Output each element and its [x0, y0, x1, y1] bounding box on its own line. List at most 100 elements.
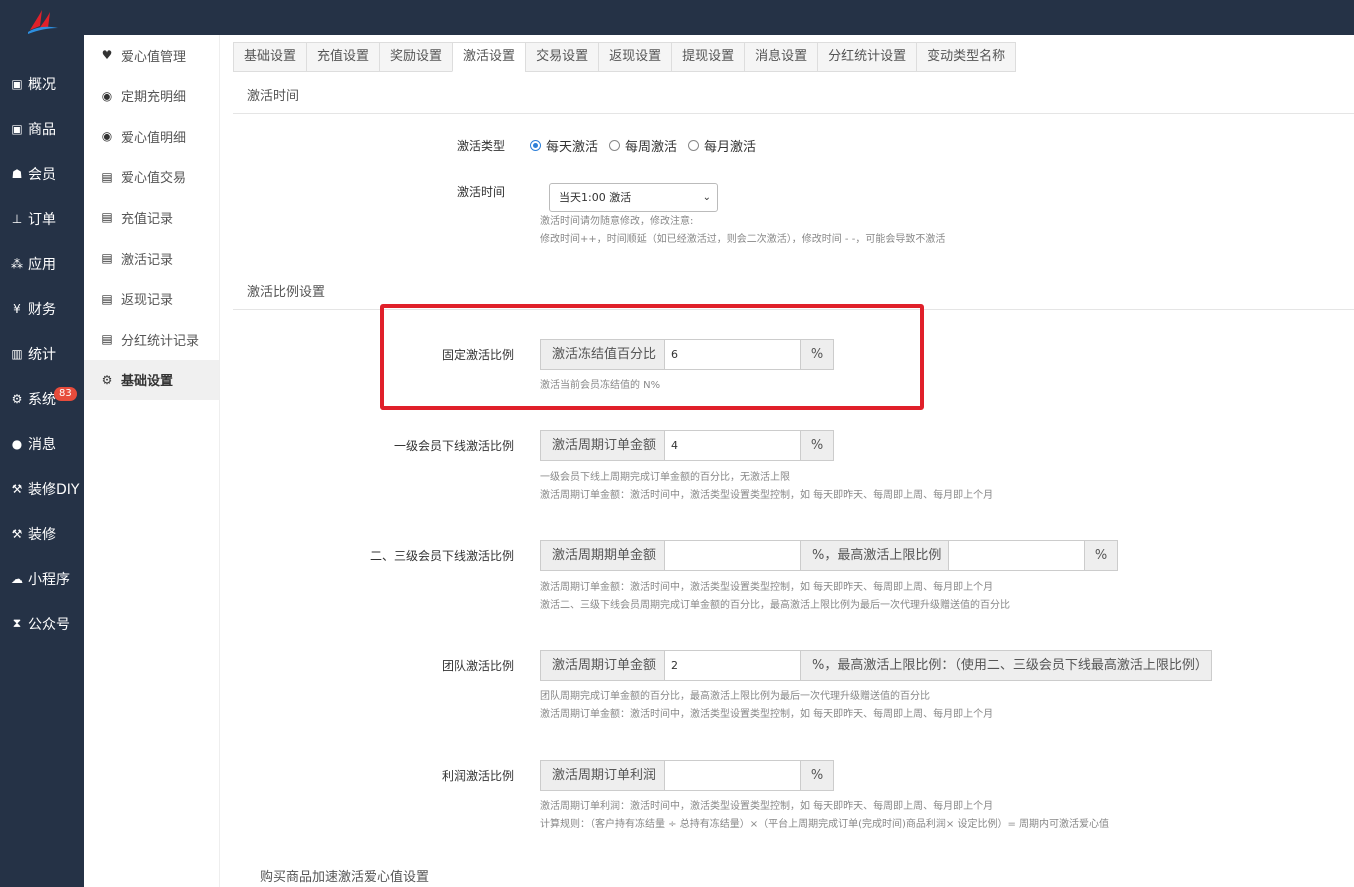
radio-label: 每周激活 [625, 140, 678, 155]
radio-button[interactable] [530, 140, 541, 151]
nav-item-11[interactable]: ☁ 小程序 [0, 556, 84, 601]
subnav-item-label: 充值记录 [121, 211, 174, 227]
team-ratio-help-2: 激活周期订单金额：激活时间中，激活类型设置类型控制，如 每天即昨天、每周即上周、… [540, 709, 994, 720]
nav-item-label: 统计 [28, 346, 56, 363]
radio-button[interactable] [609, 140, 621, 151]
cubes-icon: ⁂ [11, 256, 23, 271]
activation-time-select[interactable]: 当天1:00 激活 ⌄ [549, 183, 718, 212]
top-bar [0, 0, 1354, 35]
heart-circle-icon: ◉ [101, 88, 113, 103]
nav-item-1[interactable]: ▣ 商品 [0, 106, 84, 151]
nav-item-10[interactable]: ⚒ 装修 [0, 511, 84, 556]
file-icon: ▤ [101, 332, 113, 347]
file-icon: ▤ [101, 291, 113, 306]
nav-item-label: 概况 [28, 76, 56, 93]
sub-sidebar: ♥ 爱心值管理 ◉ 定期充明细 ◉ 爱心值明细 ▤ 爱心值交易 ▤ 充值记录 ▤ 激活记录 ▤ 返现记录 ▤… [84, 35, 220, 887]
level1-ratio-unit: % [800, 430, 834, 461]
subnav-item-label: 爱心值明细 [121, 130, 187, 146]
tab-4[interactable]: 交易设置 [525, 42, 599, 72]
activation-type-label: 激活类型 [456, 139, 505, 153]
subnav-item-label: 返现记录 [121, 293, 174, 309]
gears-icon: ⚙ [101, 372, 113, 387]
level23-max-ratio-input[interactable] [949, 540, 1084, 571]
tab-3[interactable]: 激活设置 [452, 42, 526, 72]
level1-ratio-help-2: 激活周期订单金额：激活时间中，激活类型设置类型控制，如 每天即昨天、每周即上周、… [540, 490, 994, 501]
gears-icon: ⚙ [11, 391, 23, 406]
subnav-item-6[interactable]: ▤ 返现记录 [84, 279, 219, 319]
level1-ratio-input[interactable]: 4 [665, 430, 800, 461]
subnav-item-label: 定期充明细 [121, 90, 187, 106]
wechat-icon: ☁ [11, 571, 23, 586]
team-ratio-group: 激活周期订单金额 2 %，最高激活上限比例：（使用二、三级会员下线最高激活上限比… [540, 650, 1212, 681]
tab-2[interactable]: 奖励设置 [379, 42, 453, 72]
profit-ratio-unit: % [800, 760, 834, 791]
nav-item-3[interactable]: ⊥ 订单 [0, 196, 84, 241]
nav-item-label: 消息 [28, 436, 56, 453]
subnav-item-2[interactable]: ◉ 爱心值明细 [84, 116, 219, 156]
nav-item-12[interactable]: ⧗ 公众号 [0, 601, 84, 646]
activation-time-help-1: 激活时间请勿随意修改，修改注意: [540, 216, 694, 227]
profit-ratio-group: 激活周期订单利润 % [540, 760, 834, 791]
nav-item-label: 商品 [28, 121, 56, 138]
tab-8[interactable]: 分红统计设置 [817, 42, 917, 72]
tab-6[interactable]: 提现设置 [671, 42, 745, 72]
subnav-item-7[interactable]: ▤ 分红统计记录 [84, 319, 219, 359]
nav-item-6[interactable]: ▥ 统计 [0, 331, 84, 376]
message-count-badge: 83 [54, 387, 77, 401]
subnav-item-1[interactable]: ◉ 定期充明细 [84, 76, 219, 116]
nav-item-label: 小程序 [28, 571, 70, 588]
level23-ratio-label: 二、三级会员下线激活比例 [369, 549, 514, 563]
nav-item-4[interactable]: ⁂ 应用 [0, 241, 84, 286]
tab-9[interactable]: 变动类型名称 [916, 42, 1017, 72]
radio-button[interactable] [688, 140, 700, 151]
heart-circle-icon: ◉ [101, 129, 113, 144]
subnav-item-4[interactable]: ▤ 充值记录 [84, 197, 219, 237]
subnav-item-5[interactable]: ▤ 激活记录 [84, 238, 219, 278]
brand-logo[interactable] [28, 10, 58, 34]
nav-item-label: 系统 [28, 391, 56, 408]
gavel-icon: ⚒ [11, 481, 23, 496]
activation-type-radios: 每天激活 每周激活 每月激活 [530, 136, 767, 155]
tab-7[interactable]: 消息设置 [744, 42, 818, 72]
subnav-item-3[interactable]: ▤ 爱心值交易 [84, 157, 219, 197]
tab-5[interactable]: 返现设置 [598, 42, 672, 72]
nav-item-label: 会员 [28, 166, 56, 183]
nav-item-2[interactable]: ☗ 会员 [0, 151, 84, 196]
archive-icon: ▣ [11, 76, 23, 91]
settings-tabs: 基础设置 充值设置 奖励设置 激活设置 交易设置 返现设置 提现设置 消息设置 分红统计设置 变动… [233, 42, 1017, 72]
file-icon: ▤ [101, 210, 113, 225]
activation-time-help-2: 修改时间++，时间顺延（如已经激活过，则会二次激活），修改时间 - -，可能会导… [540, 234, 946, 245]
chat-icon: ● [11, 436, 23, 451]
team-ratio-mid-addon: %，最高激活上限比例：（使用二、三级会员下线最高激活上限比例） [800, 650, 1212, 681]
subnav-item-label: 基础设置 [121, 374, 174, 390]
subnav-item-label: 分红统计记录 [121, 333, 200, 349]
team-ratio-help-1: 团队周期完成订单金额的百分比，最高激活上限比例为最后一次代理升级赠送值的百分比 [540, 691, 930, 702]
subnav-item-0[interactable]: ♥ 爱心值管理 [84, 35, 219, 75]
section-title-time: 激活时间 [233, 80, 1354, 114]
team-ratio-input[interactable]: 2 [665, 650, 800, 681]
tab-1[interactable]: 充值设置 [306, 42, 380, 72]
heart-icon: ♥ [101, 48, 113, 62]
nav-item-8[interactable]: ● 消息 [0, 421, 84, 466]
level1-ratio-label: 一级会员下线激活比例 [393, 439, 514, 453]
level23-ratio-addon: 激活周期期单金额 [540, 540, 665, 571]
level1-ratio-help-1: 一级会员下线上周期完成订单金额的百分比，无激活上限 [540, 472, 790, 483]
nav-item-0[interactable]: ▣ 概况 [0, 61, 84, 106]
profit-ratio-input[interactable] [665, 760, 800, 791]
nav-item-label: 订单 [28, 211, 56, 228]
bar-chart-icon: ▥ [11, 346, 23, 361]
team-ratio-addon: 激活周期订单金额 [540, 650, 665, 681]
level23-ratio-mid-addon: %，最高激活上限比例 [800, 540, 949, 571]
activation-time-label: 激活时间 [456, 185, 505, 199]
subnav-item-8[interactable]: ⚙ 基础设置 [84, 359, 219, 400]
subnav-item-label: 爱心值管理 [121, 49, 187, 65]
nav-item-5[interactable]: ¥ 财务 [0, 286, 84, 331]
archive-icon: ▣ [11, 121, 23, 136]
nav-item-label: 装修 [28, 526, 56, 543]
highlight-box [380, 304, 924, 410]
level23-ratio-input[interactable] [665, 540, 800, 571]
nav-item-9[interactable]: ⚒ 装修DIY [0, 466, 84, 511]
tab-0[interactable]: 基础设置 [233, 42, 307, 72]
activation-time-value: 当天1:00 激活 [559, 191, 632, 204]
nav-item-label: 应用 [28, 256, 56, 273]
